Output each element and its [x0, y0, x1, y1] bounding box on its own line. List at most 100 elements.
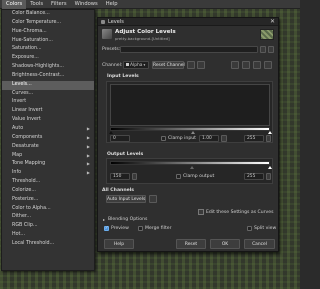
output-white-handle[interactable] [268, 166, 272, 169]
menu-item-components[interactable]: Components ▶ [2, 134, 94, 143]
curves-icon [198, 209, 204, 215]
levels-app-icon [101, 20, 105, 24]
menu-item-saturation[interactable]: Saturation... [2, 45, 94, 54]
menu-item-curves[interactable]: Curves... [2, 90, 94, 99]
cancel-button[interactable]: Cancel [244, 239, 275, 249]
submenu-arrow-icon: ▶ [86, 161, 90, 167]
pick-white-point-icon[interactable] [253, 61, 261, 69]
output-gradient-bar [110, 161, 270, 165]
menu-item-tone-mapping[interactable]: Tone Mapping ▶ [2, 160, 94, 169]
all-channels-label: All Channels [102, 188, 135, 193]
gamma-field[interactable]: 1.00 [199, 135, 219, 142]
menu-item-exposure[interactable]: Exposure... [2, 54, 94, 63]
menu-tools[interactable]: Tools [26, 0, 47, 9]
menu-item-color-balance[interactable]: Color Balance... [2, 10, 94, 19]
close-icon[interactable]: ✕ [270, 18, 275, 25]
menu-item-label: Hue-Chroma... [12, 28, 47, 34]
split-view-checkbox[interactable] [247, 226, 252, 231]
menu-windows[interactable]: Windows [71, 0, 102, 9]
merge-filter-label: Merge filter [145, 226, 172, 231]
chevron-down-icon: ▾ [143, 63, 146, 67]
preset-menu-icon[interactable] [268, 46, 274, 53]
merge-filter-checkbox[interactable] [138, 226, 143, 231]
menu-item-value-invert[interactable]: Value Invert [2, 116, 94, 125]
input-high-field[interactable]: 255 [244, 135, 264, 142]
menu-item-posterize[interactable]: Posterize... [2, 196, 94, 205]
menu-item-label: Local Threshold... [12, 240, 55, 246]
clamp-input-label: Clamp input [168, 136, 196, 141]
output-high-spin-icon[interactable] [266, 173, 271, 180]
input-white-handle[interactable] [268, 131, 272, 134]
menu-item-levels[interactable]: Levels... [2, 80, 94, 90]
presets-combo[interactable] [120, 46, 258, 53]
menu-item-auto[interactable]: Auto ▶ [2, 125, 94, 134]
output-low-spin-icon[interactable] [132, 173, 137, 180]
menu-item-desaturate[interactable]: Desaturate ▶ [2, 143, 94, 152]
menu-colors[interactable]: Colors [2, 0, 27, 9]
input-black-handle[interactable] [109, 131, 113, 134]
clamp-input-checkbox[interactable] [161, 136, 166, 141]
menu-item-info[interactable]: Info ▶ [2, 169, 94, 178]
pick-black-point-icon[interactable] [231, 61, 239, 69]
input-gamma-handle[interactable] [191, 131, 195, 134]
menu-item-map[interactable]: Map ▶ [2, 152, 94, 161]
menu-item-invert[interactable]: Invert [2, 98, 94, 107]
dialog-heading: Adjust Color Levels [115, 29, 176, 35]
menu-item-shadows-highlights[interactable]: Shadows-Highlights... [2, 63, 94, 72]
expander-arrow-icon[interactable]: ▸ [103, 217, 105, 222]
menu-item-label: Colorize... [12, 187, 36, 193]
pick-gray-point-icon[interactable] [242, 61, 250, 69]
menu-item-label: Curves... [12, 90, 34, 96]
input-high-spin-icon[interactable] [266, 135, 271, 142]
menu-item-label: Color Temperature... [12, 19, 62, 25]
output-levels-label: Output Levels [107, 152, 144, 157]
help-button[interactable]: Help [104, 239, 134, 249]
menu-item-dither[interactable]: Dither... [2, 213, 94, 222]
menu-item-linear-invert[interactable]: Linear Invert [2, 107, 94, 116]
output-high-field[interactable]: 255 [244, 173, 264, 180]
dialog-header: Adjust Color Levels pretty-background-[U… [98, 27, 278, 43]
linear-histogram-icon[interactable] [187, 61, 195, 69]
menu-item-hot[interactable]: Hot... [2, 231, 94, 240]
colors-menu: Color Balance... Color Temperature... Hu… [1, 9, 95, 271]
output-black-handle[interactable] [190, 166, 194, 169]
menu-item-label: Brightness-Contrast... [12, 72, 65, 78]
menu-item-label: Auto [12, 125, 24, 131]
presets-label: Presets: [102, 47, 121, 52]
menu-item-rgb-clip[interactable]: RGB Clip... [2, 222, 94, 231]
submenu-arrow-icon: ▶ [86, 170, 90, 176]
log-histogram-icon[interactable] [197, 61, 205, 69]
menu-item-color-temperature[interactable]: Color Temperature... [2, 19, 94, 28]
auto-input-levels-button[interactable]: Auto Input Levels [106, 195, 146, 203]
input-low-field[interactable]: 0 [110, 135, 130, 142]
reset-levels-icon[interactable] [264, 61, 272, 69]
menu-item-colorize[interactable]: Colorize... [2, 187, 94, 196]
menu-item-threshold[interactable]: Threshold... [2, 178, 94, 187]
dialog-titlebar[interactable]: Levels ✕ [98, 18, 278, 26]
preview-checkbox[interactable] [104, 225, 109, 231]
menu-help[interactable]: Help [102, 0, 122, 9]
submenu-arrow-icon: ▶ [86, 134, 90, 140]
gamma-spin-icon[interactable] [221, 135, 227, 142]
reset-button[interactable]: Reset [176, 239, 206, 249]
auto-levels-options-icon[interactable] [149, 195, 157, 203]
reset-channel-button[interactable]: Reset Channel [152, 61, 185, 69]
menu-filters[interactable]: Filters [47, 0, 71, 9]
channel-select[interactable]: Alpha▾ [123, 61, 149, 69]
blending-options-expander[interactable]: Blending Options [108, 217, 147, 222]
menu-item-brightness-contrast[interactable]: Brightness-Contrast... [2, 72, 94, 81]
menu-item-color-to-alpha[interactable]: Color to Alpha... [2, 205, 94, 214]
add-preset-icon[interactable] [260, 46, 266, 53]
ok-button[interactable]: OK [210, 239, 240, 249]
image-thumbnail [260, 29, 274, 40]
clamp-output-checkbox[interactable] [176, 174, 181, 179]
menu-item-hue-chroma[interactable]: Hue-Chroma... [2, 28, 94, 37]
menu-item-local-threshold[interactable]: Local Threshold... [2, 240, 94, 249]
menu-item-hue-saturation[interactable]: Hue-Saturation... [2, 37, 94, 46]
menu-item-label: Hue-Saturation... [12, 37, 53, 43]
edit-as-curves-link[interactable]: Edit these Settings as Curves [206, 210, 274, 215]
menu-item-label: Value Invert [12, 117, 41, 123]
output-low-field[interactable]: 150 [110, 173, 130, 180]
menu-item-label: Color Balance... [12, 11, 50, 16]
menu-item-label: Desaturate [12, 143, 39, 149]
